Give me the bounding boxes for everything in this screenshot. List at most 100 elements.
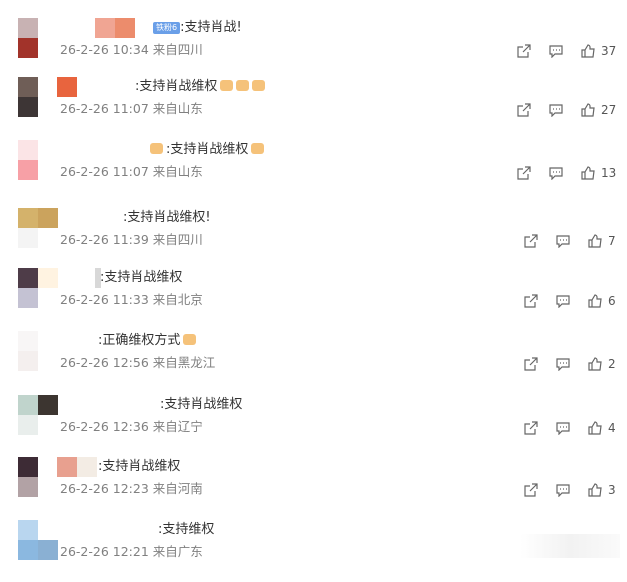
- comment-icon[interactable]: [549, 44, 563, 58]
- comment-actions: 4: [524, 419, 616, 437]
- avatar[interactable]: [18, 140, 58, 180]
- avatar[interactable]: [18, 395, 58, 435]
- comment-meta: 26-2-26 12:21 来自广东: [60, 544, 203, 560]
- share-icon[interactable]: [524, 234, 538, 248]
- comment-meta: 26-2-26 10:34 来自四川: [60, 42, 203, 58]
- avatar[interactable]: [18, 77, 58, 117]
- thumbs-up-icon[interactable]: [588, 294, 602, 308]
- comment-meta: 26-2-26 11:33 来自北京: [60, 292, 203, 308]
- comment-row: :支持肖战维权: [135, 79, 266, 95]
- comment-actions: 6: [524, 292, 616, 310]
- comment-text: :支持肖战维权: [135, 79, 218, 94]
- comment-actions: 3: [524, 481, 616, 499]
- comment-date: 26-2-26 12:21: [60, 544, 149, 559]
- comment-location: 来自广东: [152, 544, 203, 559]
- comment-meta: 26-2-26 12:23 来自河南: [60, 481, 203, 497]
- comment-location: 来自四川: [152, 232, 203, 247]
- comment-text: :支持肖战维权!: [123, 210, 211, 225]
- avatar[interactable]: [18, 208, 58, 248]
- thumbs-up-icon[interactable]: [581, 166, 595, 180]
- thumbs-up-icon[interactable]: [588, 483, 602, 497]
- username-blurred[interactable]: [95, 18, 135, 38]
- comment-row: :支持维权: [158, 522, 214, 538]
- comment-row: :支持肖战维权: [160, 397, 242, 413]
- thumbs-up-emoji: [183, 334, 197, 345]
- thumbs-up-icon[interactable]: [588, 421, 602, 435]
- comment-row: :支持肖战维权: [150, 142, 265, 158]
- comment-meta: 26-2-26 11:07 来自山东: [60, 101, 203, 117]
- comment-item: :支持肖战维权 26-2-26 12:36 来自辽宁 4: [0, 395, 627, 457]
- comment-text: :支持肖战维权: [160, 397, 243, 412]
- comment-icon[interactable]: [556, 234, 570, 248]
- comment-location: 来自北京: [152, 292, 203, 307]
- thumbs-up-icon[interactable]: [588, 234, 602, 248]
- thumbs-up-emoji: [252, 80, 266, 91]
- comment-icon[interactable]: [556, 357, 570, 371]
- share-icon[interactable]: [517, 166, 531, 180]
- comment-date: 26-2-26 12:23: [60, 481, 149, 496]
- like-count: 7: [608, 234, 616, 248]
- comment-actions: 7: [524, 232, 616, 250]
- avatar[interactable]: [18, 18, 58, 58]
- comment-text: :支持肖战维权: [98, 459, 181, 474]
- comment-item: :支持肖战维权 26-2-26 11:33 来自北京 6: [0, 268, 627, 330]
- share-icon[interactable]: [524, 357, 538, 371]
- thumbs-up-icon[interactable]: [581, 103, 595, 117]
- comment-item: :支持肖战维权 26-2-26 11:07 来自山东 13: [0, 140, 627, 202]
- comment-text: :支持肖战维权: [100, 270, 183, 285]
- comment-actions: 27: [517, 101, 616, 119]
- share-icon[interactable]: [524, 483, 538, 497]
- face-emoji: [150, 143, 163, 154]
- comment-meta: 26-2-26 12:56 来自黑龙江: [60, 355, 215, 371]
- comment-row: :支持肖战维权!: [123, 210, 211, 226]
- username-blurred[interactable]: [57, 77, 77, 97]
- fan-badge[interactable]: 铁粉6: [153, 22, 181, 34]
- comment-location: 来自辽宁: [152, 419, 203, 434]
- avatar[interactable]: [18, 457, 58, 497]
- username-blurred[interactable]: [57, 457, 97, 477]
- comment-location: 来自河南: [152, 481, 203, 496]
- comment-row: :支持肖战维权: [100, 270, 182, 286]
- blurred-region: [520, 534, 620, 558]
- like-count: 3: [608, 483, 616, 497]
- comment-text: :支持肖战!: [180, 20, 242, 35]
- comment-actions: 2: [524, 355, 616, 373]
- comment-meta: 26-2-26 11:07 来自山东: [60, 164, 203, 180]
- comment-row: 铁粉6:支持肖战!: [153, 20, 242, 36]
- share-icon[interactable]: [524, 294, 538, 308]
- avatar[interactable]: [18, 520, 58, 560]
- comment-row: :支持肖战维权: [98, 459, 180, 475]
- avatar[interactable]: [18, 268, 58, 308]
- like-count: 2: [608, 357, 616, 371]
- comment-icon[interactable]: [556, 483, 570, 497]
- comment-item: :正确维权方式 26-2-26 12:56 来自黑龙江 2: [0, 331, 627, 393]
- like-count: 37: [601, 44, 617, 58]
- share-icon[interactable]: [524, 421, 538, 435]
- thumbs-up-icon[interactable]: [581, 44, 595, 58]
- comment-meta: 26-2-26 11:39 来自四川: [60, 232, 203, 248]
- comment-item: :支持肖战维权 26-2-26 12:23 来自河南 3: [0, 457, 627, 519]
- share-icon[interactable]: [517, 103, 531, 117]
- comment-item: :支持肖战维权 26-2-26 11:07 来自山东 27: [0, 77, 627, 139]
- comment-icon[interactable]: [549, 103, 563, 117]
- comment-date: 26-2-26 11:07: [60, 164, 149, 179]
- thumbs-up-emoji: [251, 143, 265, 154]
- comment-date: 26-2-26 11:07: [60, 101, 149, 116]
- comment-actions: 37: [517, 42, 616, 60]
- comment-date: 26-2-26 11:33: [60, 292, 149, 307]
- comment-actions: 13: [517, 164, 616, 182]
- comment-location: 来自四川: [152, 42, 203, 57]
- avatar[interactable]: [18, 331, 58, 371]
- comment-icon[interactable]: [556, 421, 570, 435]
- thumbs-up-icon[interactable]: [588, 357, 602, 371]
- comment-text: :支持肖战维权: [166, 142, 249, 157]
- comment-icon[interactable]: [556, 294, 570, 308]
- share-icon[interactable]: [517, 44, 531, 58]
- comment-meta: 26-2-26 12:36 来自辽宁: [60, 419, 203, 435]
- comment-date: 26-2-26 11:39: [60, 232, 149, 247]
- like-count: 4: [608, 421, 616, 435]
- comment-date: 26-2-26 12:56: [60, 355, 149, 370]
- comment-icon[interactable]: [549, 166, 563, 180]
- comment-date: 26-2-26 10:34: [60, 42, 149, 57]
- thumbs-up-emoji: [220, 80, 234, 91]
